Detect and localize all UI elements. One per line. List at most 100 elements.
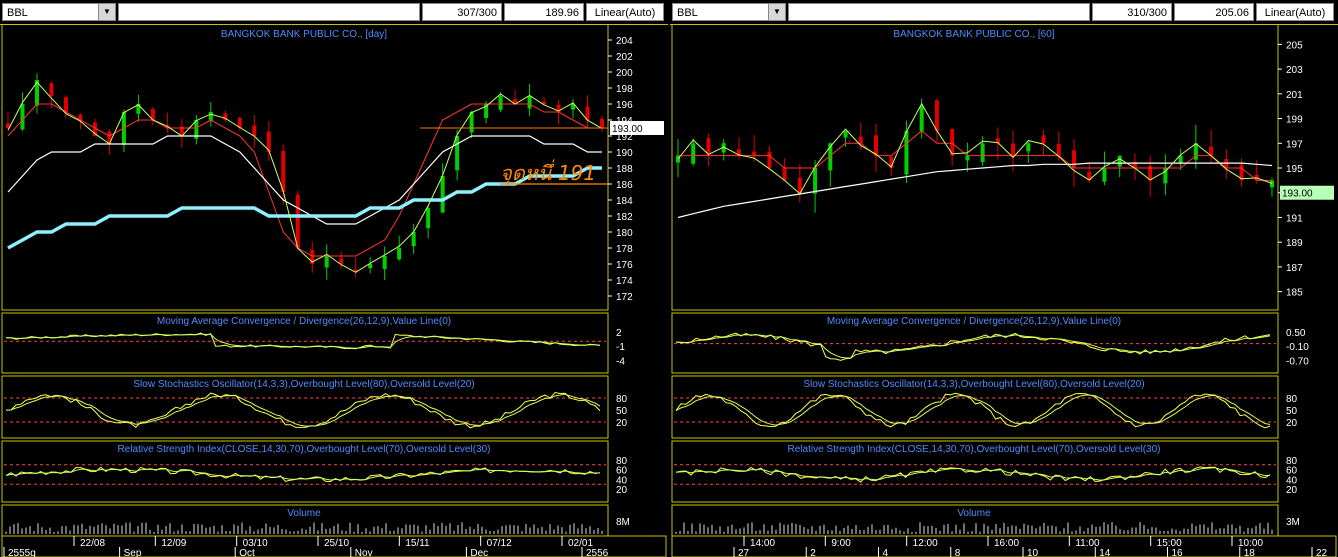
macd-tick-label: -4 bbox=[616, 356, 625, 367]
date-label-secondary: 27 bbox=[738, 548, 750, 557]
left-toolbar: BBL ▼ 307/300 189.96 Linear(Auto) bbox=[0, 0, 668, 25]
macd-pane-title: Moving Average Convergence / Divergence(… bbox=[157, 316, 451, 327]
candle-body bbox=[1117, 155, 1122, 167]
candle-body bbox=[767, 151, 772, 168]
stoch-signal-line bbox=[675, 394, 1271, 426]
date-label-secondary: 2556 bbox=[586, 548, 609, 557]
price-tick-label: 204 bbox=[616, 36, 633, 47]
candle-body bbox=[782, 167, 787, 181]
candle-body bbox=[858, 136, 863, 144]
symbol-value: BBL bbox=[7, 7, 28, 19]
moving-average-line bbox=[678, 130, 1272, 181]
toolbar-blank bbox=[118, 3, 420, 21]
date-label: 9:00 bbox=[831, 538, 851, 549]
candle-body bbox=[1056, 143, 1061, 156]
candle-body bbox=[874, 135, 878, 156]
toolbar-blank bbox=[788, 3, 1090, 21]
price-pane-title: BANGKOK BANK PUBLIC CO., [60] bbox=[893, 29, 1054, 40]
candle-body bbox=[527, 96, 532, 109]
price-tick-label: 187 bbox=[1286, 263, 1303, 274]
price-tick-label: 189 bbox=[1286, 238, 1303, 249]
candle-body bbox=[49, 83, 54, 96]
price-tick-label: 205 bbox=[1286, 40, 1303, 51]
rsi-line bbox=[5, 466, 601, 483]
date-label-secondary: Sep bbox=[124, 548, 142, 557]
stoch-pane-title: Slow Stochastics Oscillator(14,3,3),Over… bbox=[133, 379, 474, 390]
price-tick-label: 176 bbox=[616, 260, 633, 271]
stoch-tick-label: 50 bbox=[1286, 406, 1298, 417]
price-tick-label: 191 bbox=[1286, 213, 1303, 224]
stoch-signal-line bbox=[5, 393, 601, 427]
symbol-value: BBL bbox=[677, 7, 698, 19]
symbol-select[interactable]: BBL ▼ bbox=[2, 3, 116, 21]
macd-tick-label: 2 bbox=[616, 328, 622, 339]
scale-select[interactable]: Linear(Auto) bbox=[586, 3, 664, 21]
rsi-pane-title: Relative Strength Index(CLOSE,14,30,70),… bbox=[788, 444, 1161, 455]
candle-body bbox=[455, 136, 460, 171]
price-tick-label: 195 bbox=[1286, 164, 1303, 175]
date-label: 25/10 bbox=[324, 538, 349, 549]
date-label-secondary: 2555g bbox=[8, 548, 36, 557]
date-label-secondary: 22 bbox=[1316, 548, 1328, 557]
macd-signal-line bbox=[675, 334, 1271, 359]
rsi-tick-label: 20 bbox=[616, 485, 628, 496]
date-label: 11:00 bbox=[1075, 538, 1100, 549]
right-chart-canvas[interactable]: BANGKOK BANK PUBLIC CO., [60] Moving Aver… bbox=[670, 24, 1338, 557]
price-tick-label: 196 bbox=[616, 100, 633, 111]
date-label: 07/12 bbox=[487, 538, 512, 549]
macd-tick-label: 0.50 bbox=[1286, 328, 1306, 339]
chevron-down-icon[interactable]: ▼ bbox=[768, 4, 785, 20]
price-tick-label: 198 bbox=[616, 84, 633, 95]
date-label-secondary: 2 bbox=[810, 548, 816, 557]
annotation-text: จุดหนึ่ 191 bbox=[500, 159, 596, 186]
fast-average-line bbox=[677, 102, 1273, 195]
candle-body bbox=[63, 97, 68, 112]
price-tick-label: 203 bbox=[1286, 65, 1303, 76]
macd-tick-label: -1 bbox=[616, 342, 625, 353]
candle-body bbox=[691, 143, 696, 164]
candle-body bbox=[498, 96, 503, 110]
price-tick-label: 180 bbox=[616, 228, 633, 239]
date-label-secondary: Nov bbox=[355, 548, 373, 557]
rsi-line bbox=[675, 466, 1271, 483]
candle-body bbox=[843, 130, 848, 138]
candle-body bbox=[382, 256, 387, 270]
scale-select[interactable]: Linear(Auto) bbox=[1256, 3, 1334, 21]
date-label-secondary: 8 bbox=[955, 548, 961, 557]
candle-body bbox=[411, 232, 416, 247]
stoch-tick-label: 80 bbox=[616, 394, 628, 405]
macd-tick-label: -0.70 bbox=[1286, 356, 1309, 367]
date-label-secondary: 16 bbox=[1172, 548, 1184, 557]
candle-body bbox=[1102, 168, 1107, 182]
date-label: 14:00 bbox=[750, 538, 775, 549]
candle-body bbox=[1041, 135, 1046, 144]
price-tick-label: 190 bbox=[616, 148, 633, 159]
bar-count: 307/300 bbox=[422, 3, 502, 21]
price-tick-label: 172 bbox=[616, 292, 633, 303]
chevron-down-icon[interactable]: ▼ bbox=[98, 4, 115, 20]
candle-body bbox=[600, 118, 604, 128]
date-label: 12/09 bbox=[161, 538, 186, 549]
date-label: 15/11 bbox=[405, 538, 430, 549]
volume-tick-label: 8M bbox=[616, 517, 630, 528]
candle-body bbox=[281, 150, 286, 192]
candle-body bbox=[20, 104, 25, 130]
volume-pane-title: Volume bbox=[957, 508, 991, 519]
price-tick-label: 200 bbox=[616, 68, 633, 79]
left-chart-panel: BBL ▼ 307/300 189.96 Linear(Auto) BANGKO… bbox=[0, 0, 668, 557]
last-price-label: 193.00 bbox=[1282, 189, 1313, 200]
date-label-secondary: 14 bbox=[1099, 548, 1111, 557]
candle-body bbox=[1026, 143, 1031, 152]
symbol-select[interactable]: BBL ▼ bbox=[672, 3, 786, 21]
date-label: 22/08 bbox=[80, 538, 105, 549]
stoch-tick-label: 20 bbox=[1286, 418, 1298, 429]
rsi-pane-title: Relative Strength Index(CLOSE,14,30,70),… bbox=[118, 444, 491, 455]
stoch-pane-title: Slow Stochastics Oscillator(14,3,3),Over… bbox=[803, 379, 1144, 390]
candle-body bbox=[252, 125, 257, 136]
price-tick-label: 184 bbox=[616, 196, 633, 207]
stoch-tick-label: 80 bbox=[1286, 394, 1298, 405]
price-tick-label: 199 bbox=[1286, 115, 1303, 126]
left-chart-canvas[interactable]: BANGKOK BANK PUBLIC CO., [day] Moving Ave… bbox=[0, 24, 668, 557]
bar-count: 310/300 bbox=[1092, 3, 1172, 21]
price-tick-label: 201 bbox=[1286, 90, 1303, 101]
